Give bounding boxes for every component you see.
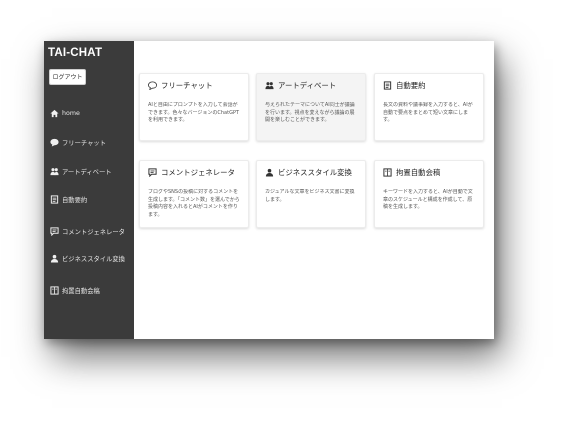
sidebar-item-auto-draft[interactable]: 拘置自動会稿 xyxy=(50,283,132,297)
card-art-debate[interactable]: アートディベート 与えられたテーマについてAI同士が議論を行います。視点を変えな… xyxy=(256,73,366,141)
sidebar-item-label: コメントジェネレータ xyxy=(62,228,125,236)
sidebar-item-art-debate[interactable]: アートディベート xyxy=(50,164,132,178)
card-title: 自動要約 xyxy=(396,81,426,90)
document-icon xyxy=(50,194,59,204)
home-icon xyxy=(50,109,59,118)
comment-icon xyxy=(148,168,157,177)
main-content: フリーチャット AIと自由にプロンプトを入力して会話ができます。色々なバージョン… xyxy=(134,41,494,339)
comment-icon xyxy=(50,226,59,236)
sidebar-item-free-chat[interactable]: フリーチャット xyxy=(50,135,132,149)
chat-bubble-icon xyxy=(148,81,157,90)
sidebar-item-home[interactable]: home xyxy=(50,106,132,120)
card-comment-generator[interactable]: コメントジェネレータ ブログやSNSの投稿に対するコメントを生成します。「コメン… xyxy=(139,160,249,228)
sidebar-item-label: フリーチャット xyxy=(62,139,107,147)
card-title-row: アートディベート xyxy=(265,80,359,91)
card-description: AIと自由にプロンプトを入力して会話ができます。色々なバージョンのChatGPT… xyxy=(148,102,240,124)
card-description: ブログやSNSの投稿に対するコメントを生成します。「コメント数」を選んでから投稿… xyxy=(148,189,240,218)
sidebar: TAI-CHAT ログアウト home フリーチャット アートディベート 自動要… xyxy=(44,41,134,339)
card-free-chat[interactable]: フリーチャット AIと自由にプロンプトを入力して会話ができます。色々なバージョン… xyxy=(139,73,249,141)
sidebar-item-label: 拘置自動会稿 xyxy=(62,287,100,295)
card-title-row: 自動要約 xyxy=(383,80,477,91)
card-title-row: フリーチャット xyxy=(148,80,242,91)
sidebar-item-business-style[interactable]: ビジネススタイル変換 xyxy=(50,251,132,265)
users-icon xyxy=(50,167,59,176)
logout-button[interactable]: ログアウト xyxy=(49,69,86,85)
card-auto-draft[interactable]: 拘置自動会稿 キーワードを入力すると、AIが自動で文章のスケジュールと構成を作成… xyxy=(374,160,484,228)
card-title-row: コメントジェネレータ xyxy=(148,167,242,178)
card-title: ビジネススタイル変換 xyxy=(278,168,352,177)
users-icon xyxy=(265,81,274,90)
card-title: フリーチャット xyxy=(161,81,213,90)
card-description: キーワードを入力すると、AIが自動で文章のスケジュールと構成を作成して、原稿を生… xyxy=(383,189,473,211)
brand-logo: TAI-CHAT xyxy=(48,47,103,59)
chat-bubble-icon xyxy=(50,138,59,147)
person-icon xyxy=(265,168,274,177)
card-business-style[interactable]: ビジネススタイル変換 カジュアルな文章をビジネス文書に変換します。 xyxy=(256,160,366,228)
sidebar-item-label: 自動要約 xyxy=(62,196,88,204)
book-icon xyxy=(50,285,59,295)
document-icon xyxy=(383,81,392,90)
card-title: アートディベート xyxy=(278,81,337,90)
sidebar-item-auto-summary[interactable]: 自動要約 xyxy=(50,192,132,206)
card-title: 拘置自動会稿 xyxy=(396,168,441,177)
card-title-row: ビジネススタイル変換 xyxy=(265,167,359,178)
card-description: カジュアルな文章をビジネス文書に変換します。 xyxy=(265,189,355,203)
card-description: 与えられたテーマについてAI同士が議論を行います。視点を変えながら議論の展開を楽… xyxy=(265,102,355,124)
app-window: TAI-CHAT ログアウト home フリーチャット アートディベート 自動要… xyxy=(44,41,494,339)
book-icon xyxy=(383,168,392,177)
card-title-row: 拘置自動会稿 xyxy=(383,167,477,178)
card-title: コメントジェネレータ xyxy=(161,168,235,177)
sidebar-item-comment-generator[interactable]: コメントジェネレータ xyxy=(50,224,132,238)
sidebar-item-label: アートディベート xyxy=(62,168,112,176)
sidebar-item-label: ビジネススタイル変換 xyxy=(62,255,125,263)
card-auto-summary[interactable]: 自動要約 長文の資料や議事録を入力すると、AIが自動で要点をまとめて短い文章にし… xyxy=(374,73,484,141)
person-icon xyxy=(50,254,59,263)
card-description: 長文の資料や議事録を入力すると、AIが自動で要点をまとめて短い文章にします。 xyxy=(383,102,473,124)
sidebar-item-label: home xyxy=(62,109,80,117)
